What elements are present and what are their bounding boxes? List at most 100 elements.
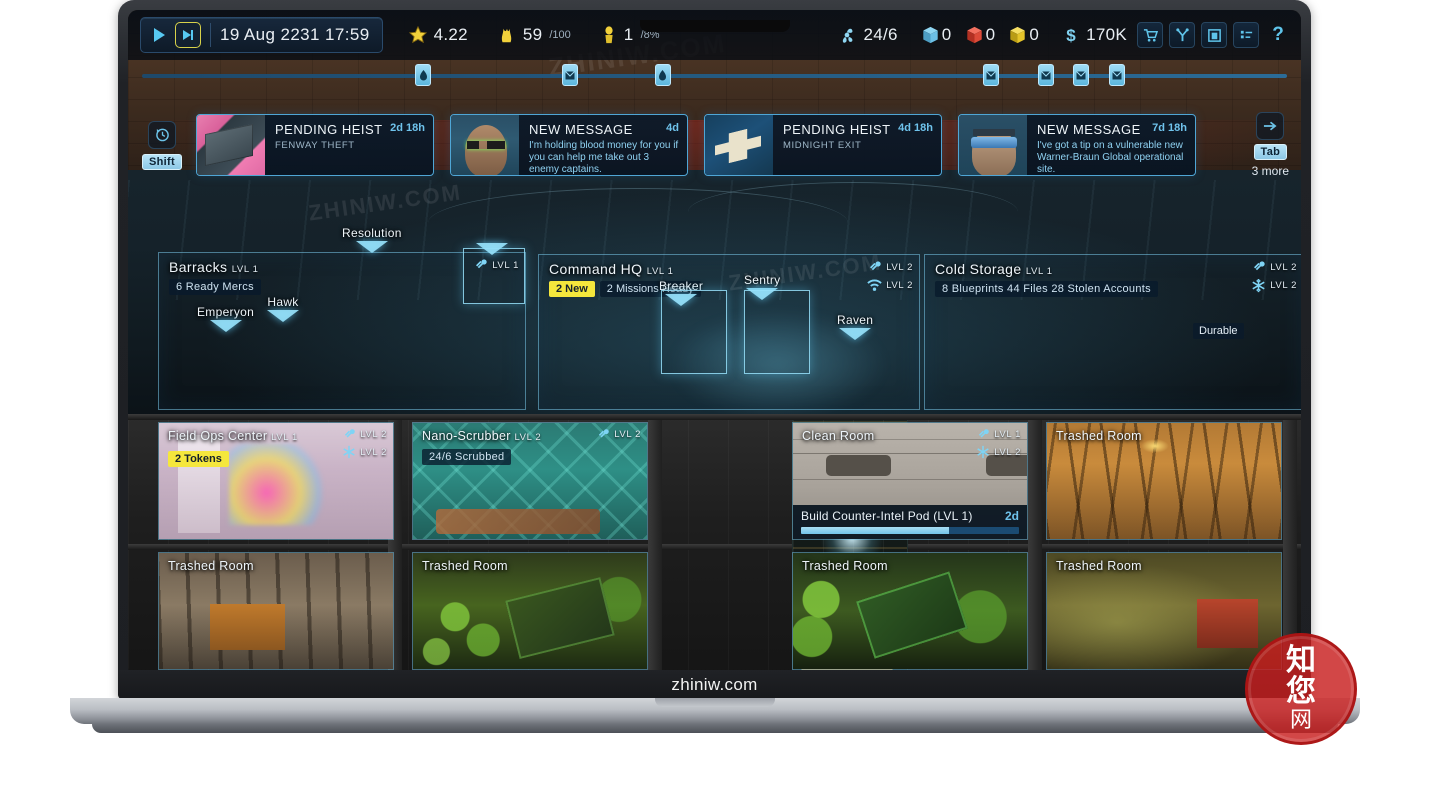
power-plug-icon	[345, 429, 355, 438]
corner-cooling: LVL 2	[342, 445, 387, 459]
power-plug-icon	[1254, 261, 1265, 271]
unit-chevron-icon	[209, 320, 242, 332]
market-button[interactable]	[1137, 22, 1163, 48]
resource-heat[interactable]: 59 /100	[498, 25, 571, 45]
cell-trashed-room-4[interactable]: Trashed Room	[792, 552, 1028, 670]
hud-button-group: ?	[1137, 22, 1291, 48]
help-button[interactable]: ?	[1265, 22, 1291, 48]
room-level: LVL 1	[646, 266, 674, 277]
room-corner-badges: LVL 2 LVL 2	[867, 260, 913, 292]
unit-marker-raven[interactable]: Raven	[837, 313, 873, 340]
room-stat: 8 Blueprints 44 Files 28 Stolen Accounts	[935, 281, 1158, 297]
cube-yellow-icon	[1010, 26, 1026, 44]
crate-red-value: 0	[985, 25, 996, 44]
cell-title: Trashed Room	[168, 559, 254, 573]
hud-divider	[210, 23, 211, 47]
notification-body: NEW MESSAGE I'm holding blood money for …	[519, 115, 687, 175]
unit-chevron-icon	[267, 310, 299, 322]
corner-power: LVL 2	[597, 428, 641, 441]
cell-clean-room[interactable]: Clean Room LVL 1 LVL 2 Build Counter-Int…	[792, 422, 1028, 540]
corner-level: LVL 1	[994, 429, 1021, 440]
next-notification-button[interactable]	[1256, 112, 1285, 140]
build-fill	[801, 527, 950, 534]
notification-card[interactable]: PENDING HEIST MIDNIGHT EXIT 4d 18h	[704, 114, 942, 176]
resource-mercs[interactable]: 24/6	[837, 25, 898, 45]
notification-subtitle: MIDNIGHT EXIT	[783, 140, 862, 151]
notification-message: I've got a tip on a vulnerable new Warne…	[1037, 140, 1184, 175]
corner-level: LVL 2	[886, 261, 913, 273]
cell-trashed-room-5[interactable]: Trashed Room	[1046, 552, 1282, 670]
heist-blueprint-thumb	[705, 115, 773, 175]
laptop-screen-bezel: ZHINIW.COM ZHINIW.COM ZHINIW.COM ZHINIW.…	[128, 10, 1301, 670]
log-button[interactable]	[1233, 22, 1259, 48]
play-icon[interactable]	[147, 23, 171, 47]
room-title: Cold Storage LVL 1	[935, 261, 1053, 277]
unit-chevron-icon	[839, 328, 872, 340]
laptop-chassis: ZHINIW.COM ZHINIW.COM ZHINIW.COM ZHINIW.…	[118, 0, 1311, 700]
log-list-icon	[1240, 30, 1252, 38]
codex-button[interactable]	[1201, 22, 1227, 48]
room-command-hq[interactable]: Command HQ LVL 1 2 New 2 Missions Ready …	[538, 254, 920, 410]
snowflake-icon	[1252, 278, 1265, 293]
resource-rating[interactable]: 4.22	[408, 25, 468, 45]
cube-blue-icon	[923, 26, 938, 44]
crate-blue[interactable]: 0	[922, 25, 952, 45]
crate-yellow[interactable]: 0	[1009, 25, 1039, 45]
room-name-text: Cold Storage	[935, 261, 1022, 277]
wall-column-3	[1028, 420, 1042, 670]
corner-level: LVL 2	[614, 429, 641, 440]
timeline-marker-message-2[interactable]	[983, 64, 1000, 86]
notification-card[interactable]: NEW MESSAGE I've got a tip on a vulnerab…	[958, 114, 1196, 176]
selection-box	[744, 290, 810, 374]
cell-nano-scrubber[interactable]: Nano-Scrubber LVL 2 24/6 Scrubbed LVL 2	[412, 422, 648, 540]
notification-card[interactable]: NEW MESSAGE I'm holding blood money for …	[450, 114, 688, 176]
cell-trashed-room-3[interactable]: Trashed Room	[412, 552, 648, 670]
shopping-cart-icon	[1143, 28, 1158, 41]
resource-money[interactable]: $ 170K	[1063, 25, 1127, 45]
upgrades-button[interactable]	[1169, 22, 1195, 48]
notification-time: 4d	[666, 122, 679, 134]
timeline-marker-message-4[interactable]	[1073, 64, 1090, 86]
crate-red[interactable]: 0	[966, 25, 996, 45]
notification-time: 7d 18h	[1152, 122, 1187, 134]
cell-title: Field Ops Center LVL 1	[168, 429, 298, 443]
room-level: LVL 1	[1025, 266, 1053, 277]
game-screen: ZHINIW.COM ZHINIW.COM ZHINIW.COM ZHINIW.…	[128, 10, 1301, 670]
cell-level: LVL 2	[514, 432, 542, 443]
mercs-value: 24/6	[863, 25, 898, 44]
unit-marker-hawk[interactable]: Hawk	[267, 295, 299, 322]
unit-name: Sentry	[744, 273, 781, 287]
heist-map-thumb	[197, 115, 265, 175]
event-timeline[interactable]	[128, 62, 1301, 88]
cell-name-text: Field Ops Center	[168, 429, 268, 443]
room-cold-storage[interactable]: Cold Storage LVL 1 8 Blueprints 44 Files…	[924, 254, 1301, 410]
codex-book-icon	[1207, 28, 1221, 42]
notification-card[interactable]: PENDING HEIST FENWAY THEFT 2d 18h	[196, 114, 434, 176]
more-notifications-label: 3 more	[1251, 164, 1289, 178]
informants-value: 1	[623, 25, 634, 44]
timeline-marker-message[interactable]	[562, 64, 578, 86]
cell-field-ops-center[interactable]: Field Ops Center LVL 1 2 Tokens LVL 2 LV…	[158, 422, 394, 540]
unit-marker-resolution[interactable]: Resolution	[342, 226, 402, 253]
tokens-badge: 2 Tokens	[168, 451, 229, 467]
notification-body: PENDING HEIST FENWAY THEFT 2d 18h	[265, 115, 433, 175]
timeline-marker-message-3[interactable]	[1038, 64, 1055, 86]
cell-name-text: Clean Room	[802, 429, 875, 443]
unit-marker-emperyon[interactable]: Emperyon	[197, 305, 254, 332]
unit-name: Raven	[837, 313, 874, 327]
notification-subtitle: FENWAY THEFT	[275, 140, 355, 151]
unit-name: Resolution	[342, 226, 402, 240]
notification-body: NEW MESSAGE I've got a tip on a vulnerab…	[1027, 115, 1195, 175]
build-progress[interactable]: Build Counter-Intel Pod (LVL 1) 2d	[793, 505, 1027, 539]
timeline-marker-heist-2[interactable]	[654, 64, 671, 86]
room-title: Barracks LVL 1	[169, 259, 259, 275]
laptop-chin: zhiniw.com	[118, 670, 1311, 700]
timeline-marker-message-5[interactable]	[1108, 64, 1125, 86]
fast-forward-icon[interactable]	[175, 22, 201, 48]
cell-corner-badges: LVL 2 LVL 2	[342, 428, 387, 459]
timeline-marker-heist[interactable]	[415, 64, 432, 86]
cell-trashed-room-2[interactable]: Trashed Room	[158, 552, 394, 670]
cell-trashed-room-1[interactable]: Trashed Room	[1046, 422, 1282, 540]
history-button[interactable]	[148, 120, 176, 149]
corner-power: LVL 2	[868, 260, 913, 274]
